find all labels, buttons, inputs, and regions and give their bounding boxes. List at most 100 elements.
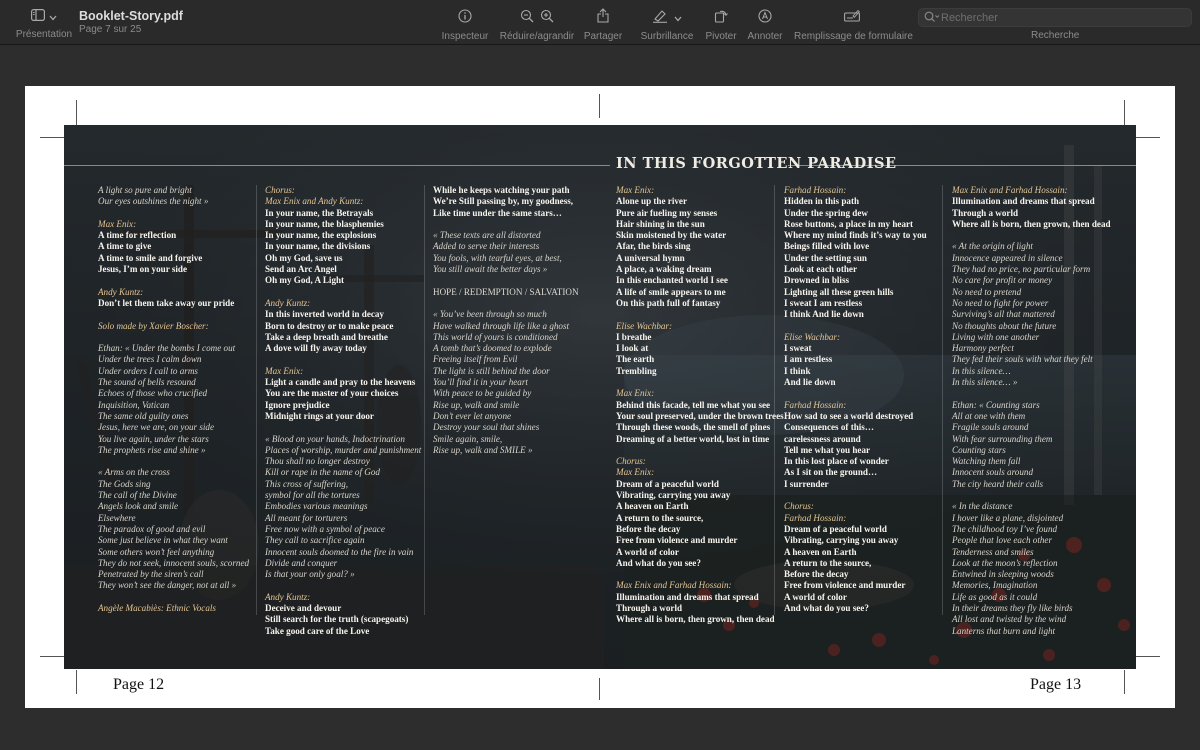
lyric-spacer bbox=[952, 388, 1111, 399]
lyric-line: « At the origin of light bbox=[952, 241, 1033, 252]
lyric-line: Some others won’t feel anything bbox=[98, 546, 215, 557]
lyric-line: The earth bbox=[616, 354, 655, 365]
lyric-line: I look at bbox=[616, 343, 649, 354]
annotate-button[interactable]: Annoter bbox=[746, 8, 784, 42]
booklet-artwork: IN THIS FORGOTTEN PARADISE A light so pu… bbox=[64, 125, 1136, 669]
lyric-line: Where my mind finds it’s way to you bbox=[784, 230, 927, 241]
form-fill-label: Remplissage de formulaire bbox=[794, 31, 913, 42]
share-icon bbox=[597, 8, 609, 28]
lyric-line: Hair shining in the sun bbox=[616, 218, 705, 229]
form-fill-button[interactable]: Remplissage de formulaire bbox=[794, 8, 913, 42]
lyric-line: In this enchanted world I see bbox=[616, 275, 728, 286]
lyric-line: The city heard their calls bbox=[952, 478, 1044, 489]
inspector-button[interactable]: Inspecteur bbox=[440, 8, 490, 42]
lyric-spacer bbox=[98, 592, 249, 603]
lyric-line: Our eyes outshines the night » bbox=[98, 196, 209, 207]
lyric-line: Oh my God, A Light bbox=[265, 275, 345, 286]
lyric-line: I think And lie down bbox=[784, 309, 864, 320]
zoom-out-icon[interactable] bbox=[520, 9, 534, 28]
lyrics-column-1: A light so pure and bright Our eyes outsh… bbox=[98, 185, 249, 614]
lyrics-column-4: Max Enix: Alone up the river Pure air fuel… bbox=[616, 185, 784, 626]
lyric-line: Before the decay bbox=[784, 569, 849, 580]
sidebar-view-button[interactable]: Présentation bbox=[14, 7, 74, 40]
lyric-line: Have walked through life like a ghost bbox=[433, 320, 570, 331]
lyric-singer-heading: Max Enix: bbox=[616, 185, 655, 195]
lyric-line: Penetrated by the siren’s call bbox=[98, 569, 204, 580]
lyric-line: I hover like a plane, disjointed bbox=[952, 512, 1064, 523]
lyric-line: In your name, the divisions bbox=[265, 241, 371, 252]
lyric-line: Added to serve their interests bbox=[433, 241, 540, 252]
lyric-singer-heading: Andy Kuntz: bbox=[265, 591, 311, 602]
lyric-line: Trembling bbox=[616, 365, 657, 376]
lyric-singer-heading: Solo made by Xavier Boscher: bbox=[98, 320, 209, 331]
rotate-button[interactable]: Pivoter bbox=[703, 8, 739, 42]
lyric-line: Embodies various meanings bbox=[265, 501, 368, 512]
highlight-button[interactable]: Surbrillance bbox=[640, 8, 694, 42]
lyric-singer-heading: Max Enix: bbox=[616, 388, 655, 399]
search-input[interactable] bbox=[941, 10, 1181, 25]
lyric-line: The childhood toy I’ve found bbox=[952, 523, 1058, 534]
lyric-line: Still search for the truth (scapegoats) bbox=[265, 614, 409, 625]
lyric-line: Rose buttons, a place in my heart bbox=[784, 218, 914, 229]
lyric-spacer bbox=[952, 230, 1111, 241]
lyric-line: In this inverted world in decay bbox=[265, 309, 384, 320]
lyric-line: A universal hymn bbox=[616, 252, 685, 263]
lyric-line: Freeing itself from Evil bbox=[433, 354, 518, 365]
lyric-line: Born to destroy or to make peace bbox=[265, 320, 394, 331]
lyric-line: They won’t see the danger, not at all » bbox=[98, 580, 237, 591]
lyric-line: Harmony perfect bbox=[952, 343, 1014, 354]
lyric-spacer bbox=[616, 309, 784, 320]
lyric-line: Don’t ever let anyone bbox=[433, 410, 512, 421]
lyric-line: Oh my God, save us bbox=[265, 252, 343, 263]
lyric-line: With fear surrounding them bbox=[952, 433, 1053, 444]
title-rule-left bbox=[64, 165, 610, 166]
lyric-spacer bbox=[784, 321, 927, 332]
lyric-line: The call of the Divine bbox=[98, 490, 177, 501]
sidebar-icon bbox=[31, 8, 46, 26]
lyric-line: I am restless bbox=[784, 354, 833, 365]
lyric-line: Elsewhere bbox=[98, 512, 136, 523]
lyric-line: A return to the source, bbox=[784, 557, 872, 568]
lyric-line: Like time under the same stars… bbox=[433, 207, 562, 218]
lyric-singer-heading: Farhad Hossain: bbox=[784, 399, 847, 410]
toolbar: Présentation Booklet-Story.pdf Page 7 su… bbox=[0, 0, 1200, 45]
crop-mark bbox=[40, 656, 66, 657]
column-divider bbox=[424, 185, 425, 615]
lyric-singer-heading: Farhad Hossain: bbox=[784, 512, 847, 523]
lyric-line: Life as good as it could bbox=[952, 591, 1038, 602]
search-field[interactable] bbox=[918, 8, 1192, 27]
lyric-line: Rise up, walk and smile bbox=[433, 399, 520, 410]
lyric-line: « These texts are all distorted bbox=[433, 230, 541, 241]
lyric-singer-heading: Angèle Macabiès: Ethnic Vocals bbox=[98, 602, 216, 613]
crop-mark bbox=[599, 678, 600, 700]
share-button[interactable]: Partager bbox=[583, 8, 623, 42]
zoom-button[interactable]: Réduire/agrandir bbox=[497, 8, 577, 42]
lyric-line: As I sit on the ground… bbox=[784, 467, 878, 478]
lyric-line: Destroy your soul that shines bbox=[433, 422, 540, 433]
lyric-line: Under the spring dew bbox=[784, 207, 868, 218]
lyrics-column-5: Farhad Hossain: Hidden in this path Under … bbox=[784, 185, 927, 614]
chevron-down-icon bbox=[674, 9, 682, 27]
zoom-in-icon[interactable] bbox=[540, 9, 554, 28]
lyric-line: « Arms on the cross bbox=[98, 467, 170, 478]
lyric-line: Living with one another bbox=[952, 331, 1040, 342]
form-icon bbox=[844, 9, 860, 27]
document-name: Booklet-Story.pdf bbox=[79, 9, 183, 23]
chevron-down-icon bbox=[49, 8, 57, 26]
inspector-label: Inspecteur bbox=[441, 31, 489, 42]
lyric-line: Ignore prejudice bbox=[265, 399, 330, 410]
lyric-line: Surviving’s all that mattered bbox=[952, 309, 1055, 320]
lyric-line: Innocence appeared in silence bbox=[952, 252, 1063, 263]
lyric-singer-heading: Chorus: bbox=[265, 185, 295, 195]
lyric-line: Pure air fueling my senses bbox=[616, 207, 718, 218]
lyric-line: Places of worship, murder and punishment bbox=[265, 444, 422, 455]
lyric-section-label: HOPE / REDEMPTION / SALVATION bbox=[433, 286, 579, 297]
lyric-line: Fragile souls around bbox=[952, 422, 1029, 433]
highlight-label: Surbrillance bbox=[640, 31, 694, 42]
lyric-line: Some just believe in what they want bbox=[98, 535, 228, 546]
lyric-line: Deceive and devour bbox=[265, 602, 342, 613]
lyric-line: Divide and conquer bbox=[265, 557, 338, 568]
crop-mark bbox=[1124, 100, 1125, 128]
lyric-spacer bbox=[784, 490, 927, 501]
lyric-singer-heading: Max Enix: bbox=[98, 218, 137, 229]
